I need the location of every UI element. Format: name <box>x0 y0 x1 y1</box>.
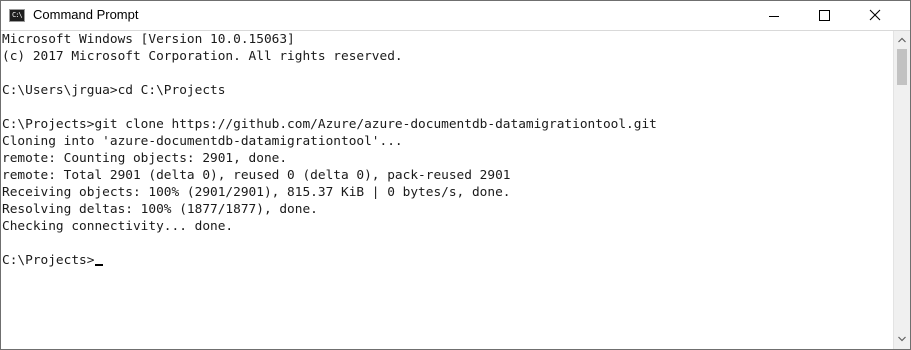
console-line: C:\Projects>git clone https://github.com… <box>2 117 657 132</box>
console-line: remote: Total 2901 (delta 0), reused 0 (… <box>2 168 511 183</box>
scroll-up-button[interactable] <box>894 32 910 48</box>
close-button[interactable] <box>852 1 898 30</box>
console-line: Receiving objects: 100% (2901/2901), 815… <box>2 185 511 200</box>
vertical-scrollbar[interactable] <box>893 31 910 349</box>
title-bar[interactable]: C:\ Command Prompt <box>1 1 910 31</box>
console-line: (c) 2017 Microsoft Corporation. All righ… <box>2 49 403 64</box>
command-prompt-window: C:\ Command Prompt Microsoft Windows [Ve… <box>0 0 911 350</box>
chevron-up-icon <box>898 37 906 43</box>
chevron-down-icon <box>898 336 906 342</box>
cmd-icon: C:\ <box>9 9 25 22</box>
console-line: Resolving deltas: 100% (1877/1877), done… <box>2 202 318 217</box>
console-line: remote: Counting objects: 2901, done. <box>2 151 288 166</box>
minimize-button[interactable] <box>751 1 797 30</box>
maximize-button[interactable] <box>801 1 847 30</box>
console-line: C:\Users\jrgua>cd C:\Projects <box>2 83 226 98</box>
minimize-icon <box>769 16 779 17</box>
text-cursor <box>95 264 104 266</box>
maximize-icon <box>819 10 830 21</box>
console-line: Checking connectivity... done. <box>2 219 234 234</box>
window-title: Command Prompt <box>33 7 139 22</box>
prompt-line: C:\Projects> <box>2 252 104 269</box>
console-line: Cloning into 'azure-documentdb-datamigra… <box>2 134 403 149</box>
console-line: Microsoft Windows [Version 10.0.15063] <box>2 32 295 47</box>
scrollbar-thumb[interactable] <box>897 49 907 85</box>
prompt-text: C:\Projects> <box>2 253 95 268</box>
scroll-down-button[interactable] <box>894 331 910 347</box>
console-output[interactable]: Microsoft Windows [Version 10.0.15063] (… <box>1 31 893 349</box>
close-icon <box>869 9 881 21</box>
